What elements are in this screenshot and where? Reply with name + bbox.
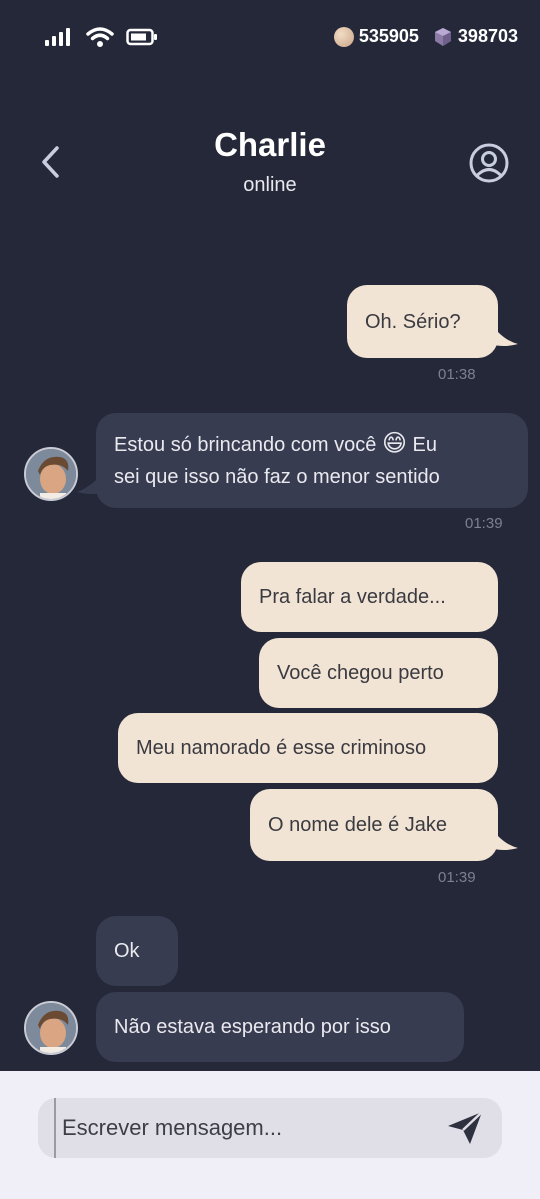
- grin-emoji: 😄: [381, 430, 407, 457]
- gem-count: 398703: [457, 26, 518, 46]
- gem-balance[interactable]: 398703: [433, 26, 518, 47]
- message-incoming[interactable]: Não estava esperando por isso: [96, 992, 464, 1062]
- message-outgoing[interactable]: Oh. Sério?: [347, 285, 498, 358]
- contact-name: Charlie: [214, 126, 326, 163]
- message-outgoing[interactable]: Meu namorado é esse criminoso: [118, 713, 498, 783]
- avatar-image: [26, 1003, 76, 1053]
- coin-count: 535905: [358, 26, 419, 46]
- contact-status: online: [243, 174, 297, 196]
- message-text: Não estava esperando por isso: [114, 1016, 391, 1038]
- message-input-box: [38, 1098, 502, 1158]
- battery-icon: [126, 28, 157, 46]
- message-composer: [0, 1071, 540, 1199]
- message-text: Você chegou perto: [277, 662, 444, 684]
- message-time: 01:39: [438, 869, 476, 886]
- user-circle-icon[interactable]: [468, 142, 510, 184]
- message-text: Pra falar a verdade...: [259, 586, 446, 608]
- message-time: 01:38: [438, 366, 476, 383]
- message-text: Ok: [114, 940, 140, 962]
- message-text-part: Eu: [412, 434, 437, 456]
- wifi-icon: [86, 27, 114, 47]
- message-text: Meu namorado é esse criminoso: [136, 737, 427, 759]
- bubble-tail: [490, 826, 518, 850]
- send-icon[interactable]: [446, 1110, 484, 1146]
- coin-icon: [333, 26, 354, 47]
- message-time: 01:39: [465, 515, 503, 532]
- message-incoming[interactable]: Estou só brincando com você 😄 Eu sei que…: [96, 413, 528, 508]
- gem-icon: [434, 27, 451, 46]
- status-left: [44, 26, 158, 48]
- message-outgoing[interactable]: Você chegou perto: [259, 638, 498, 708]
- message-text-part: Estou só brincando com você: [114, 434, 377, 456]
- message-incoming[interactable]: Ok: [96, 916, 178, 986]
- message-input[interactable]: [54, 1098, 434, 1158]
- avatar[interactable]: [24, 1001, 78, 1055]
- message-outgoing[interactable]: Pra falar a verdade...: [241, 562, 498, 632]
- chat-header: Charlie online: [0, 110, 540, 220]
- signal-icon: [45, 28, 70, 46]
- bubble-tail: [490, 322, 518, 346]
- avatar-image: [26, 449, 76, 499]
- message-text: Oh. Sério?: [365, 310, 461, 333]
- message-outgoing[interactable]: O nome dele é Jake: [250, 789, 498, 861]
- message-text-part: sei que isso não faz o menor sentido: [114, 466, 440, 488]
- coin-balance[interactable]: 535905: [333, 26, 419, 47]
- message-text: O nome dele é Jake: [268, 814, 447, 836]
- avatar[interactable]: [24, 447, 78, 501]
- message-text: Estou só brincando com você 😄 Eu sei que…: [114, 428, 440, 493]
- status-bar: 535905 398703: [0, 0, 540, 78]
- currency-bar: 535905 398703: [333, 26, 518, 47]
